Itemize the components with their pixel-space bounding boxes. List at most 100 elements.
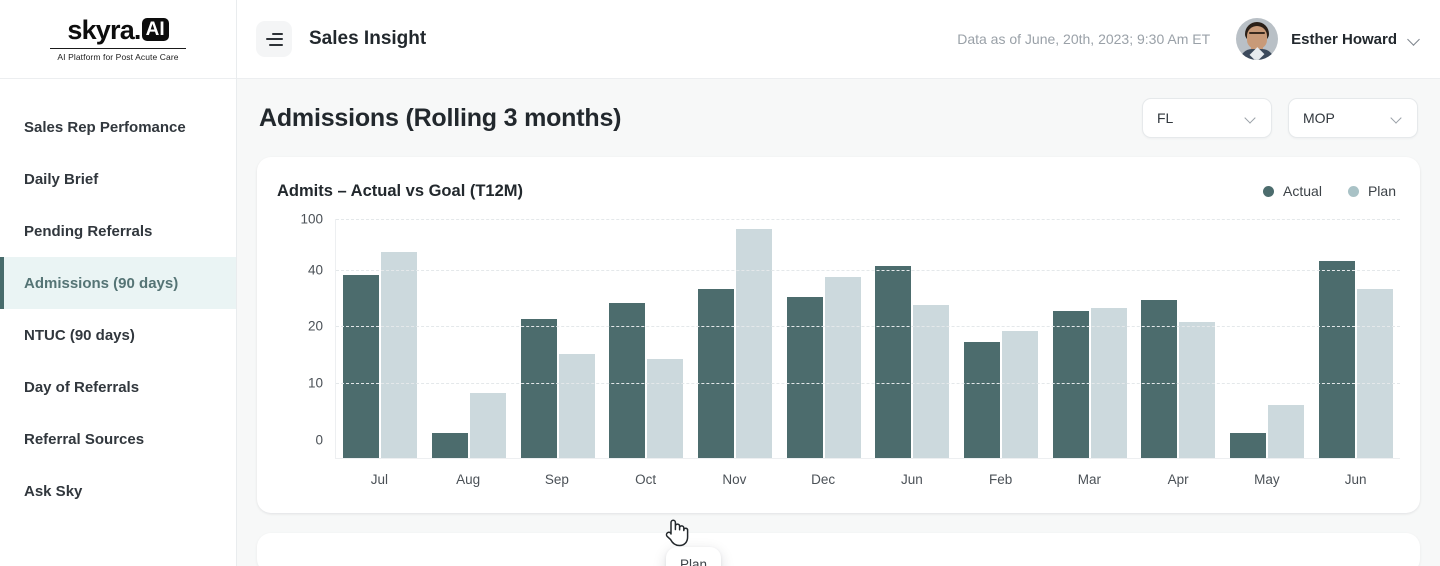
bar-group — [1134, 219, 1223, 458]
bar-plan[interactable] — [647, 359, 684, 458]
bar-group — [425, 219, 514, 458]
bar-plan[interactable] — [1002, 330, 1039, 458]
grid-line — [336, 270, 1400, 271]
sidebar-item-ntuc-90-days[interactable]: NTUC (90 days) — [0, 309, 236, 361]
bar-group — [957, 219, 1046, 458]
y-axis: 100 40 20 10 0 — [277, 212, 323, 459]
avatar — [1236, 18, 1279, 60]
sidebar-item-daily-brief[interactable]: Daily Brief — [0, 153, 236, 205]
bar-plan[interactable] — [381, 252, 418, 458]
y-axis-tick: 100 — [300, 211, 323, 227]
x-axis: Jul Aug Sep Oct Nov Dec Jun Feb Mar Apr May Jun — [335, 463, 1400, 487]
legend-item-actual[interactable]: Actual — [1263, 183, 1322, 199]
sidebar-item-label: Referral Sources — [24, 430, 145, 448]
bar-plan[interactable] — [1179, 322, 1216, 458]
mop-filter-select[interactable]: MOP — [1288, 98, 1418, 138]
state-filter-select[interactable]: FL — [1142, 98, 1272, 138]
chevron-down-icon — [1246, 113, 1257, 124]
user-menu[interactable]: Esther Howard — [1236, 18, 1420, 60]
sidebar: skyra. AI AI Platform for Post Acute Car… — [0, 0, 237, 566]
bar-group — [1223, 219, 1312, 458]
x-axis-label: Mar — [1077, 472, 1101, 487]
page-header: Admissions (Rolling 3 months) FL MOP — [257, 79, 1420, 157]
content-area: Admissions (Rolling 3 months) FL MOP Adm… — [237, 79, 1440, 566]
page-title: Admissions (Rolling 3 months) — [259, 103, 622, 132]
bar-group — [779, 219, 868, 458]
bar-group — [691, 219, 780, 458]
x-axis-label: Apr — [1167, 472, 1189, 487]
sidebar-item-label: Daily Brief — [24, 170, 99, 188]
y-axis-tick: 0 — [315, 432, 323, 448]
bar-actual[interactable] — [786, 297, 823, 458]
sidebar-nav: Sales Rep Perfomance Daily Brief Pending… — [0, 79, 236, 517]
bar-group — [336, 219, 425, 458]
tooltip-label: Plan — [679, 557, 708, 566]
bar-plan[interactable] — [1356, 288, 1393, 458]
chart-title: Admits – Actual vs Goal (T12M) — [277, 181, 524, 200]
pointer-cursor-icon — [663, 517, 689, 552]
sidebar-item-referral-sources[interactable]: Referral Sources — [0, 413, 236, 465]
chart-legend: Actual Plan — [1263, 183, 1400, 199]
bar-actual[interactable] — [520, 319, 557, 458]
mop-filter-value: MOP — [1303, 110, 1335, 126]
sidebar-item-pending-referrals[interactable]: Pending Referrals — [0, 205, 236, 257]
bar-plan[interactable] — [470, 393, 506, 458]
x-axis-label: Oct — [635, 472, 657, 487]
sidebar-item-label: Pending Referrals — [24, 222, 153, 240]
sidebar-item-label: Ask Sky — [24, 482, 83, 500]
bar-actual[interactable] — [343, 274, 380, 458]
bar-plan[interactable] — [913, 305, 950, 458]
x-axis-label: Jun — [900, 472, 923, 487]
bar-plan[interactable] — [824, 277, 861, 458]
x-axis-label: Jul — [370, 472, 388, 487]
grid-line — [336, 326, 1400, 327]
next-card-placeholder — [257, 533, 1420, 566]
sidebar-item-label: Sales Rep Perfomance — [24, 118, 186, 136]
bar-chart: 100 40 20 10 0 Jul Aug Sep Oct Nov Dec Jun Feb Mar Ap… — [277, 212, 1400, 566]
logo-tagline: AI Platform for Post Acute Care — [57, 51, 179, 62]
y-axis-tick: 40 — [307, 262, 323, 278]
app-section-title: Sales Insight — [309, 28, 427, 49]
bar-plan[interactable] — [736, 229, 773, 458]
bar-actual[interactable] — [875, 266, 912, 458]
grid-line — [336, 219, 1400, 220]
data-as-of-text: Data as of June, 20th, 2023; 9:30 Am ET — [957, 31, 1211, 47]
chart-card: Admits – Actual vs Goal (T12M) Actual Pl… — [257, 157, 1420, 566]
menu-icon[interactable] — [256, 21, 292, 57]
bar-group — [602, 219, 691, 458]
sidebar-item-sales-rep-perfomance[interactable]: Sales Rep Perfomance — [0, 101, 236, 153]
y-axis-tick: 20 — [307, 318, 323, 334]
bar-actual[interactable] — [1141, 299, 1178, 458]
x-axis-label: Nov — [722, 472, 747, 487]
bar-actual[interactable] — [432, 433, 468, 458]
chevron-down-icon[interactable] — [1409, 34, 1420, 45]
bar-actual[interactable] — [1230, 433, 1267, 458]
top-bar: Sales Insight Data as of June, 20th, 202… — [237, 0, 1440, 79]
bar-group — [1045, 219, 1134, 458]
bar-actual[interactable] — [698, 288, 735, 458]
x-axis-label: Aug — [456, 472, 481, 487]
x-axis-label: Feb — [988, 472, 1013, 487]
legend-item-plan[interactable]: Plan — [1347, 183, 1396, 199]
sidebar-item-label: Admissions (90 days) — [24, 274, 179, 292]
brand-logo[interactable]: skyra. AI AI Platform for Post Acute Car… — [0, 0, 236, 79]
bar-group — [513, 219, 602, 458]
legend-label: Plan — [1367, 183, 1396, 199]
bar-actual[interactable] — [1052, 311, 1089, 458]
logo-text: skyra. — [67, 14, 141, 45]
x-axis-label: Sep — [544, 472, 569, 487]
bar-plan[interactable] — [1268, 404, 1305, 458]
chevron-down-icon — [1392, 113, 1403, 124]
bar-actual[interactable] — [1318, 261, 1355, 458]
x-axis-label: Jun — [1344, 472, 1367, 487]
bar-actual[interactable] — [964, 342, 1001, 458]
bar-plan[interactable] — [558, 353, 595, 458]
state-filter-value: FL — [1157, 110, 1174, 126]
sidebar-item-ask-sky[interactable]: Ask Sky — [0, 465, 236, 517]
bar-group — [1311, 219, 1400, 458]
sidebar-item-admissions-90-days[interactable]: Admissions (90 days) — [0, 257, 236, 309]
y-axis-tick: 10 — [307, 375, 323, 391]
sidebar-item-day-of-referrals[interactable]: Day of Referrals — [0, 361, 236, 413]
main-area: Sales Insight Data as of June, 20th, 202… — [237, 0, 1440, 566]
chart-card-header: Admits – Actual vs Goal (T12M) Actual Pl… — [277, 179, 1400, 203]
